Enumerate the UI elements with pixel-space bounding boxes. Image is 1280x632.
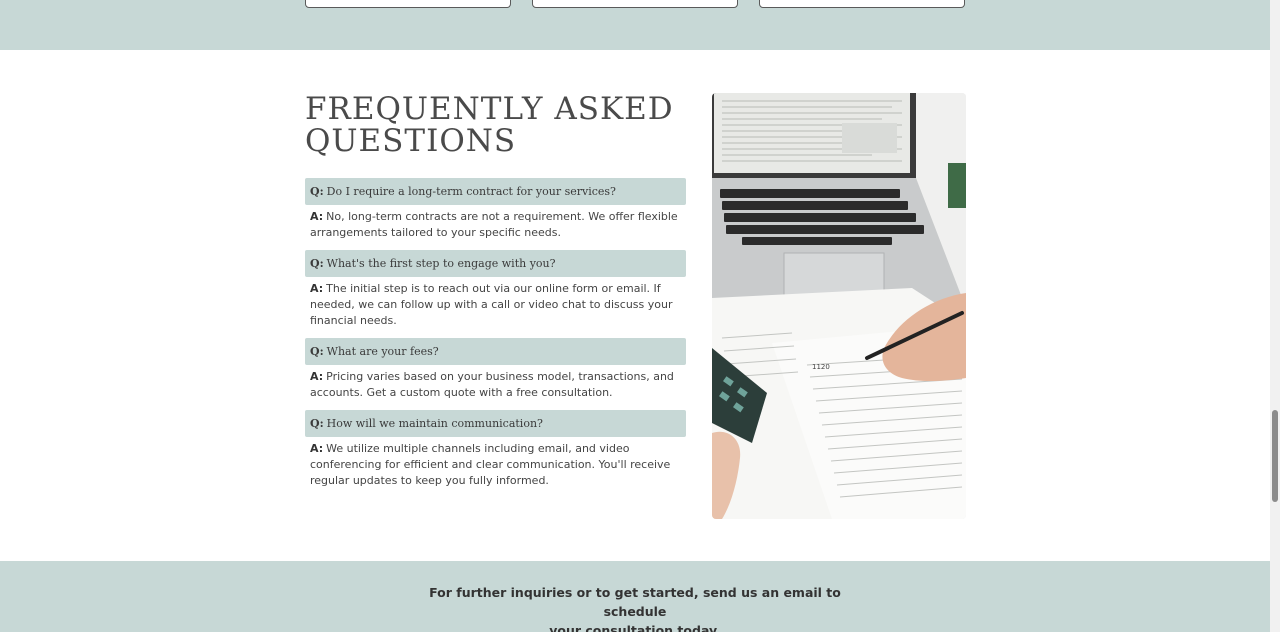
faq-heading-line1: FREQUENTLY ASKED [305,91,674,127]
faq-answer: A: We utilize multiple channels including… [305,437,686,489]
faq-answer: A: Pricing varies based on your business … [305,365,686,401]
faq-item: Q: What's the first step to engage with … [305,250,686,329]
faq-question: Q: What are your fees? [305,338,686,365]
cta-line2: your consultation today. [549,623,721,632]
answer-text: We utilize multiple channels including e… [310,442,671,487]
question-label: Q: [310,185,324,198]
accounting-photo: 1120 [712,93,966,519]
faq-question: Q: Do I require a long-term contract for… [305,178,686,205]
answer-text: No, long-term contracts are not a requir… [310,210,678,239]
service-card[interactable] [305,0,511,8]
faq-question: Q: What's the first step to engage with … [305,250,686,277]
faq-heading: FREQUENTLY ASKED QUESTIONS [305,93,685,157]
services-section-bottom [0,0,1270,50]
faq-answer: A: The initial step is to reach out via o… [305,277,686,329]
faq-list: Q: Do I require a long-term contract for… [305,178,686,498]
svg-text:1120: 1120 [812,363,830,371]
question-text: Do I require a long-term contract for yo… [326,185,616,198]
scrollbar-thumb[interactable] [1272,410,1278,502]
faq-item: Q: How will we maintain communication? A… [305,410,686,489]
answer-label: A: [310,442,324,455]
answer-label: A: [310,370,324,383]
question-text: What are your fees? [326,345,439,358]
cta-line1: For further inquiries or to get started,… [429,585,841,619]
question-label: Q: [310,257,324,270]
faq-heading-line2: QUESTIONS [305,123,517,159]
page-scrollbar[interactable] [1270,0,1280,632]
cta-text: For further inquiries or to get started,… [405,583,865,632]
faq-item: Q: Do I require a long-term contract for… [305,178,686,241]
answer-label: A: [310,210,324,223]
laptop-and-tax-form-illustration: 1120 [712,93,966,519]
question-label: Q: [310,417,324,430]
answer-text: The initial step is to reach out via our… [310,282,673,327]
answer-label: A: [310,282,324,295]
faq-answer: A: No, long-term contracts are not a requ… [305,205,686,241]
answer-text: Pricing varies based on your business mo… [310,370,674,399]
service-card[interactable] [532,0,738,8]
question-text: How will we maintain communication? [326,417,543,430]
faq-item: Q: What are your fees? A: Pricing varies … [305,338,686,401]
question-text: What's the first step to engage with you… [326,257,556,270]
faq-question: Q: How will we maintain communication? [305,410,686,437]
service-card[interactable] [759,0,965,8]
question-label: Q: [310,345,324,358]
